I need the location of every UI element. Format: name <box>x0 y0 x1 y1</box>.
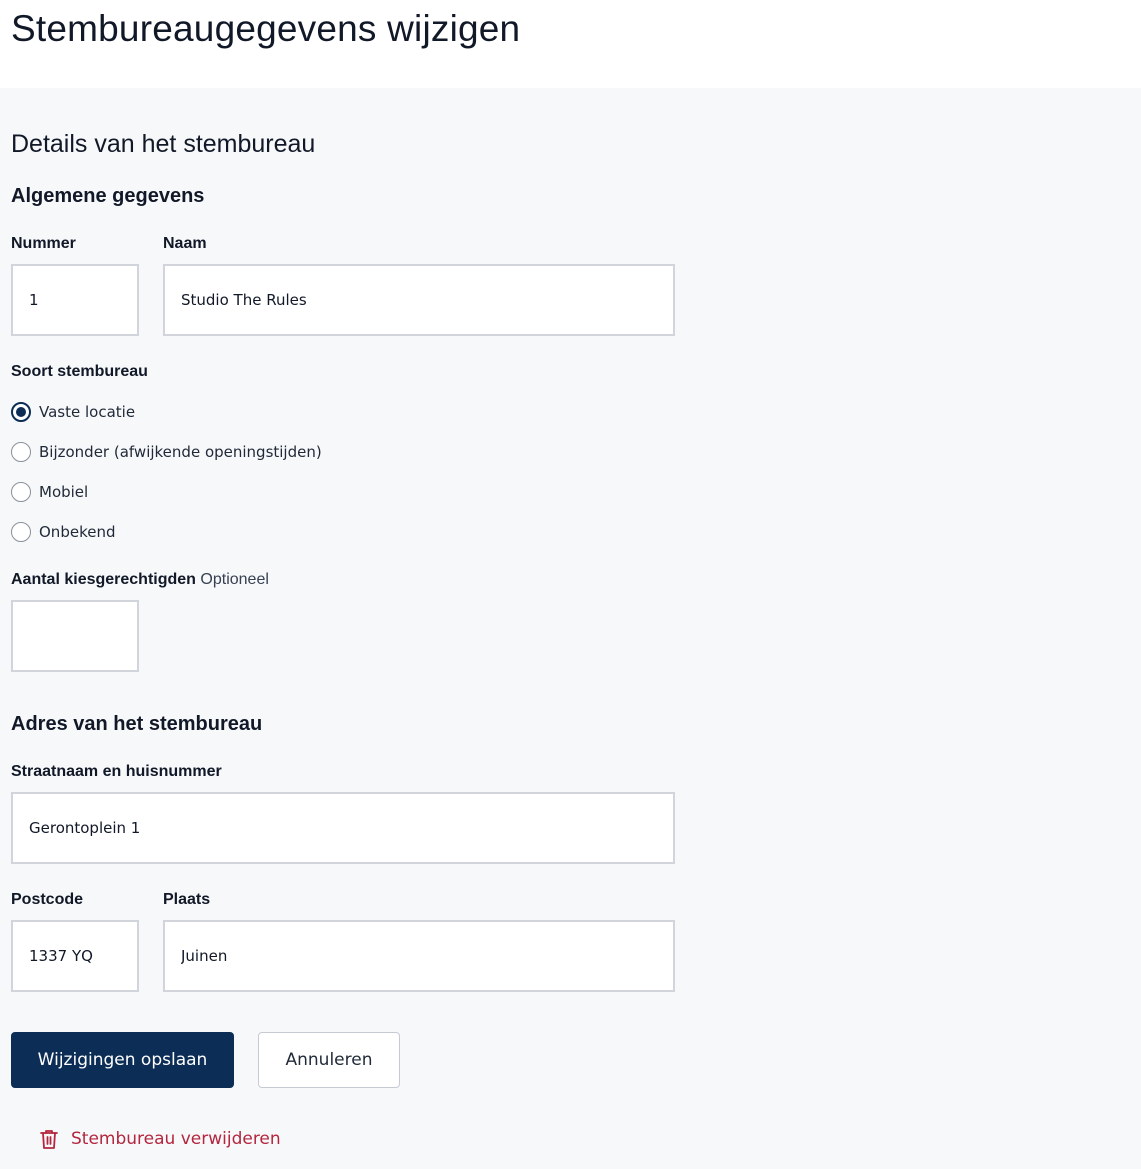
voters-count-label-text: Aantal kiesgerechtigden <box>11 571 196 588</box>
number-input[interactable] <box>11 264 139 336</box>
street-input[interactable] <box>11 792 675 864</box>
street-label: Straatnaam en huisnummer <box>11 763 222 780</box>
number-label: Nummer <box>11 235 76 252</box>
radio-button[interactable] <box>11 482 31 502</box>
radio-button-checked[interactable] <box>11 402 31 422</box>
trash-icon <box>40 1130 58 1149</box>
radio-button[interactable] <box>11 442 31 462</box>
delete-label: Stembureau verwijderen <box>71 1129 281 1149</box>
city-input[interactable] <box>163 920 675 992</box>
radio-option-mobile[interactable]: Mobiel <box>11 480 88 504</box>
radio-option-special[interactable]: Bijzonder (afwijkende openingstijden) <box>11 440 322 464</box>
radio-label: Vaste locatie <box>39 403 136 421</box>
page-header: Stembureaugegevens wijzigen <box>0 0 1141 88</box>
radio-label: Onbekend <box>39 523 116 541</box>
postcode-label: Postcode <box>11 891 84 908</box>
city-label: Plaats <box>163 891 211 908</box>
cancel-button[interactable]: Annuleren <box>258 1032 400 1088</box>
address-title: Adres van het stembureau <box>11 713 263 735</box>
general-data-title: Algemene gegevens <box>11 185 205 207</box>
voters-count-input[interactable] <box>11 600 139 672</box>
page-title: Stembureaugegevens wijzigen <box>11 8 521 49</box>
voters-count-label: Aantal kiesgerechtigden Optioneel <box>11 571 269 589</box>
section-title: Details van het stembureau <box>11 130 316 158</box>
radio-button[interactable] <box>11 522 31 542</box>
radio-option-unknown[interactable]: Onbekend <box>11 520 115 544</box>
radio-label: Bijzonder (afwijkende openingstijden) <box>39 443 322 461</box>
postcode-input[interactable] <box>11 920 139 992</box>
radio-option-fixed-location[interactable]: Vaste locatie <box>11 400 135 424</box>
save-button[interactable]: Wijzigingen opslaan <box>11 1032 234 1088</box>
radio-label: Mobiel <box>39 483 89 501</box>
polling-station-form: Details van het stembureau Algemene gege… <box>0 88 1141 1169</box>
name-label: Naam <box>163 235 207 252</box>
station-type-label: Soort stembureau <box>11 363 148 380</box>
name-input[interactable] <box>163 264 675 336</box>
delete-polling-station-button[interactable]: Stembureau verwijderen <box>39 1128 281 1150</box>
optional-hint: Optioneel <box>200 571 269 588</box>
